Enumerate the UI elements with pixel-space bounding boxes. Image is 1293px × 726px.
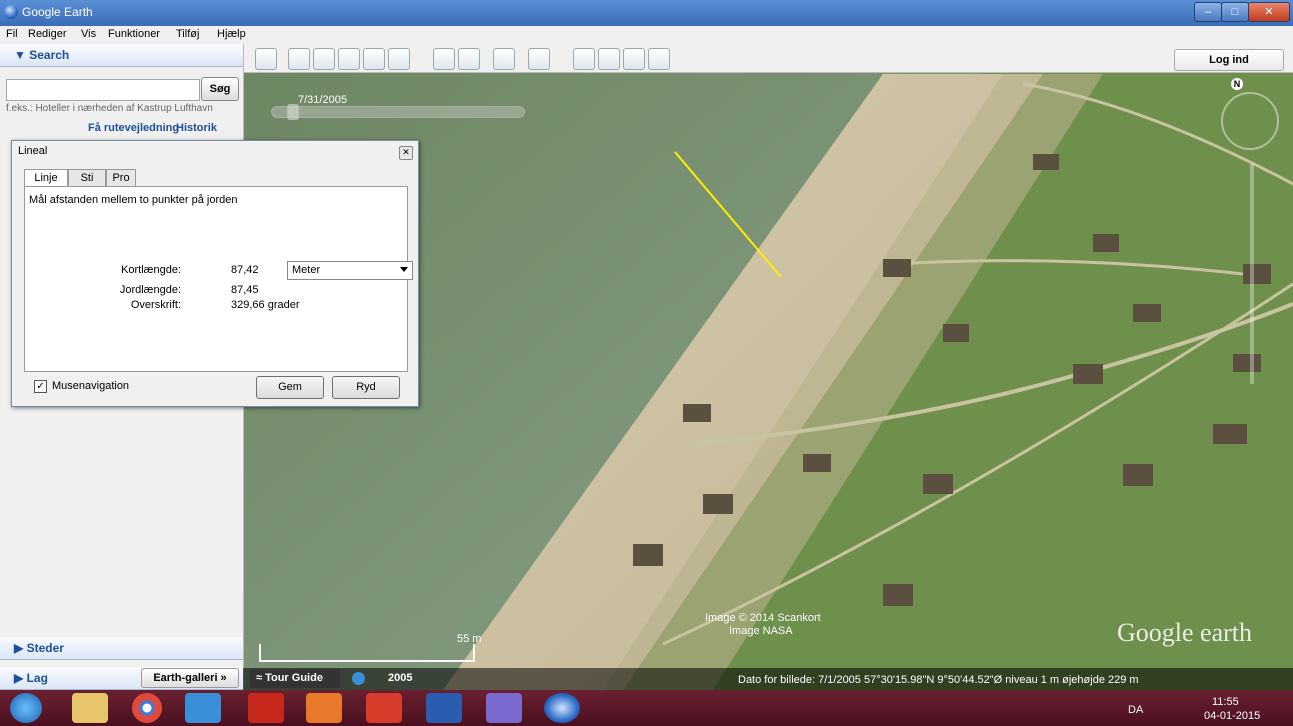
explorer-icon[interactable]: [72, 693, 108, 723]
maximize-button[interactable]: □: [1221, 2, 1249, 22]
mouse-navigation-checkbox[interactable]: ✓: [34, 380, 47, 393]
compass-ring[interactable]: [1221, 92, 1279, 150]
timeline-slider[interactable]: [271, 106, 525, 118]
heading-value: 329,66 grader: [231, 299, 300, 311]
internet-explorer-icon[interactable]: [185, 693, 221, 723]
zoom-slider[interactable]: [1250, 164, 1254, 384]
title-bar: Google Earth – □ ✕: [0, 0, 1293, 26]
start-button-icon[interactable]: [10, 693, 42, 723]
clock-time[interactable]: 11:55: [1212, 696, 1239, 708]
media-player-icon[interactable]: [306, 693, 342, 723]
menu-vis[interactable]: Vis: [81, 28, 96, 40]
history-link[interactable]: Historik: [176, 122, 217, 134]
directions-link[interactable]: Få rutevejledning: [88, 122, 179, 134]
view-in-maps-icon[interactable]: [648, 48, 670, 70]
sidebar-toggle-icon[interactable]: [255, 48, 277, 70]
acrobat-icon[interactable]: [248, 693, 284, 723]
app-icon[interactable]: [486, 693, 522, 723]
word-icon[interactable]: [426, 693, 462, 723]
google-earth-logo: Google earth: [1117, 618, 1253, 647]
search-button[interactable]: Søg: [201, 77, 239, 101]
map-length-value: 87,42: [231, 264, 259, 276]
menu-rediger[interactable]: Rediger: [28, 28, 67, 40]
tab-pro[interactable]: Pro: [106, 169, 136, 187]
ruler-dialog: Lineal ✕ Linje Sti Pro Mål afstanden mel…: [11, 140, 419, 407]
google-earth-taskbar-icon[interactable]: [544, 693, 580, 723]
add-placemark-icon[interactable]: [288, 48, 310, 70]
add-polygon-icon[interactable]: [313, 48, 335, 70]
map-length-label: Kortlængde:: [121, 264, 181, 276]
menu-tilfoej[interactable]: Tilføj: [176, 28, 199, 40]
menu-fil[interactable]: Fil: [6, 28, 18, 40]
scale-bar: [259, 644, 475, 662]
copyright-line1: Image © 2014 Scankort: [705, 612, 821, 624]
unit-select[interactable]: Meter: [287, 261, 413, 280]
window-title: Google Earth: [22, 5, 93, 19]
menu-bar: Fil Rediger Vis Funktioner Tilføj Hjælp: [0, 26, 1293, 44]
planet-switch-icon[interactable]: [493, 48, 515, 70]
scale-label: 55 m: [457, 633, 482, 645]
clock-icon: [352, 672, 365, 685]
historical-year-button[interactable]: 2005: [352, 669, 422, 688]
ground-length-value: 87,45: [231, 284, 259, 296]
add-overlay-icon[interactable]: [363, 48, 385, 70]
chevron-down-icon: [400, 267, 408, 272]
coordinates-status: Dato for billede: 7/1/2005 57°30'15.98"N…: [738, 674, 1139, 686]
save-image-icon[interactable]: [623, 48, 645, 70]
heading-label: Overskrift:: [130, 299, 181, 311]
menu-funktioner[interactable]: Funktioner: [108, 28, 160, 40]
compass-north[interactable]: N: [1231, 78, 1243, 90]
save-button[interactable]: Gem: [256, 376, 324, 399]
add-path-icon[interactable]: [338, 48, 360, 70]
google-earth-icon: [4, 5, 18, 19]
record-tour-icon[interactable]: [388, 48, 410, 70]
tour-guide-button[interactable]: ≈ Tour Guide: [250, 669, 340, 688]
mouse-navigation-label: Musenavigation: [52, 380, 130, 392]
tab-linje[interactable]: Linje: [24, 169, 68, 187]
language-indicator[interactable]: DA: [1128, 704, 1143, 716]
menu-hjaelp[interactable]: Hjælp: [217, 28, 246, 40]
clock-date[interactable]: 04-01-2015: [1204, 710, 1260, 722]
ground-length-label: Jordlængde:: [119, 284, 181, 296]
minimize-button[interactable]: –: [1194, 2, 1222, 22]
ruler-dialog-title: Lineal: [18, 145, 48, 157]
print-icon[interactable]: [598, 48, 620, 70]
historical-imagery-icon[interactable]: [433, 48, 455, 70]
places-panel-header[interactable]: ▶ Steder: [0, 637, 243, 660]
search-hint: f.eks.: Hoteller i nærheden af Kastrup L…: [6, 103, 213, 114]
ruler-description: Mål afstanden mellem to punkter på jorde…: [29, 194, 238, 206]
timeline-handle[interactable]: [287, 104, 299, 120]
chrome-icon[interactable]: [132, 693, 162, 723]
tab-sti[interactable]: Sti: [68, 169, 106, 187]
close-button[interactable]: ✕: [1248, 2, 1290, 22]
email-icon[interactable]: [573, 48, 595, 70]
ruler-close-button[interactable]: ✕: [399, 146, 413, 160]
search-input[interactable]: [6, 79, 200, 101]
clear-button[interactable]: Ryd: [332, 376, 400, 399]
timeline-date: 7/31/2005: [298, 94, 347, 106]
ruler-icon[interactable]: [528, 48, 550, 70]
login-button[interactable]: Log ind: [1174, 49, 1284, 71]
sunlight-icon[interactable]: [458, 48, 480, 70]
copyright-line2: Image NASA: [729, 625, 793, 637]
network-app-icon[interactable]: [366, 693, 402, 723]
search-panel-header[interactable]: ▼ Search: [0, 44, 243, 67]
ruler-panel: Mål afstanden mellem to punkter på jorde…: [24, 186, 413, 372]
toolbar: [243, 44, 1293, 73]
earth-gallery-button[interactable]: Earth-galleri »: [141, 668, 239, 688]
